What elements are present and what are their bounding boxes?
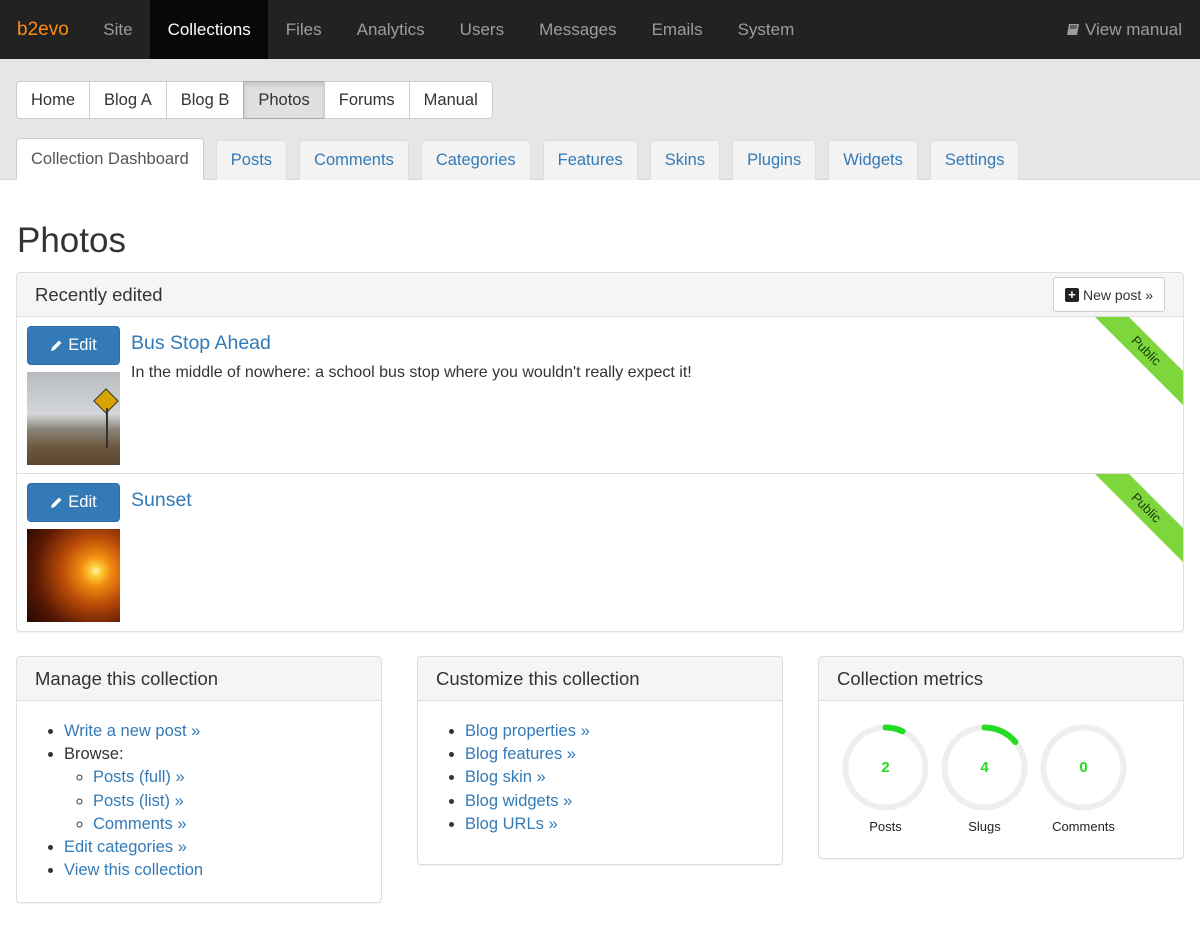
collection-selector: Home Blog A Blog B Photos Forums Manual	[16, 81, 1200, 119]
blog-widgets-link[interactable]: Blog widgets »	[465, 792, 572, 810]
view-manual-link[interactable]: View manual	[1066, 0, 1200, 59]
status-badge: Public	[1084, 317, 1183, 413]
edit-categories-link[interactable]: Edit categories »	[64, 838, 187, 856]
collection-blog-a-button[interactable]: Blog A	[89, 81, 167, 119]
comments-label: Comments	[1052, 819, 1115, 834]
metrics-gauges: 2 Posts 4 Slugs 0 Comments	[819, 701, 1183, 858]
manage-panel: Manage this collection Write a new post …	[16, 656, 382, 904]
manage-links: Write a new post » Browse: Posts (full) …	[17, 701, 381, 902]
blog-skin-link[interactable]: Blog skin »	[465, 768, 546, 786]
nav-site[interactable]: Site	[86, 0, 150, 59]
metrics-heading: Collection metrics	[819, 657, 1183, 701]
posts-list-link[interactable]: Posts (list) »	[93, 792, 184, 810]
blog-urls-link[interactable]: Blog URLs »	[465, 815, 558, 833]
tab-comments[interactable]: Comments	[299, 140, 409, 180]
new-post-button[interactable]: + New post »	[1052, 277, 1165, 312]
write-new-post-link[interactable]: Write a new post »	[64, 722, 200, 740]
blog-properties-link[interactable]: Blog properties »	[465, 722, 590, 740]
nav-users[interactable]: Users	[442, 0, 521, 59]
top-navbar: b2evo Site Collections Files Analytics U…	[0, 0, 1200, 59]
customize-links: Blog properties » Blog features » Blog s…	[418, 701, 782, 864]
comments-link[interactable]: Comments »	[93, 815, 187, 833]
nav-emails[interactable]: Emails	[634, 0, 720, 59]
book-icon	[1066, 23, 1079, 35]
nav-messages[interactable]: Messages	[522, 0, 634, 59]
bus-stop-photo[interactable]	[27, 372, 120, 465]
main-content: Photos Recently edited + New post » Edit…	[0, 221, 1200, 904]
view-collection-link[interactable]: View this collection	[64, 861, 203, 879]
collection-photos-button[interactable]: Photos	[243, 81, 325, 119]
collection-tabs: Collection Dashboard Posts Comments Cate…	[16, 138, 1031, 180]
collection-header: Home Blog A Blog B Photos Forums Manual …	[0, 59, 1200, 180]
tab-skins[interactable]: Skins	[649, 140, 721, 180]
nav-system[interactable]: System	[720, 0, 812, 59]
recently-edited-panel: Recently edited + New post » Edit Bus St…	[16, 272, 1184, 632]
blog-features-link[interactable]: Blog features »	[465, 745, 576, 763]
sunset-photo[interactable]	[27, 529, 120, 622]
metric-comments: 0 Comments	[1039, 723, 1128, 858]
tab-categories[interactable]: Categories	[420, 140, 531, 180]
tab-posts[interactable]: Posts	[215, 140, 288, 180]
metric-posts: 2 Posts	[841, 723, 930, 858]
dashboard-columns: Manage this collection Write a new post …	[16, 656, 1184, 904]
collection-blog-b-button[interactable]: Blog B	[165, 81, 245, 119]
manage-heading: Manage this collection	[17, 657, 381, 701]
edit-label: Edit	[68, 493, 97, 511]
edit-post-button[interactable]: Edit	[27, 483, 120, 522]
posts-label: Posts	[869, 819, 902, 834]
pencil-icon	[51, 497, 62, 508]
pencil-icon	[51, 340, 62, 351]
page-title: Photos	[17, 221, 126, 260]
posts-gauge: 2	[841, 723, 930, 812]
plus-square-icon: +	[1064, 287, 1079, 302]
brand-logo[interactable]: b2evo	[0, 0, 86, 59]
collection-manual-button[interactable]: Manual	[408, 81, 493, 119]
metric-slugs: 4 Slugs	[940, 723, 1029, 858]
slugs-label: Slugs	[968, 819, 1001, 834]
collection-home-button[interactable]: Home	[16, 81, 91, 119]
tab-collection-dashboard[interactable]: Collection Dashboard	[16, 138, 204, 180]
browse-label: Browse:	[64, 745, 124, 764]
edit-post-button[interactable]: Edit	[27, 326, 120, 365]
list-item: Edit Bus Stop Ahead In the middle of now…	[17, 317, 1183, 474]
tab-plugins[interactable]: Plugins	[732, 140, 817, 180]
edit-label: Edit	[68, 336, 97, 354]
status-badge: Public	[1084, 474, 1183, 570]
post-title-link[interactable]: Bus Stop Ahead	[131, 332, 271, 355]
posts-count: 2	[881, 759, 890, 776]
list-item: Edit Sunset Public	[17, 474, 1183, 631]
collection-forums-button[interactable]: Forums	[323, 81, 410, 119]
comments-count: 0	[1079, 759, 1088, 776]
metrics-panel: Collection metrics 2 Posts 4 Slugs 0 Com…	[818, 656, 1184, 859]
tab-widgets[interactable]: Widgets	[828, 140, 918, 180]
slugs-count: 4	[980, 759, 989, 776]
customize-panel: Customize this collection Blog propertie…	[417, 656, 783, 866]
slugs-gauge: 4	[940, 723, 1029, 812]
post-title-link[interactable]: Sunset	[131, 489, 192, 512]
tab-settings[interactable]: Settings	[929, 140, 1020, 180]
nav-collections[interactable]: Collections	[150, 0, 269, 59]
new-post-label: New post »	[1082, 286, 1153, 303]
view-manual-label: View manual	[1084, 19, 1182, 39]
customize-heading: Customize this collection	[418, 657, 782, 701]
nav-analytics[interactable]: Analytics	[339, 0, 442, 59]
post-excerpt: In the middle of nowhere: a school bus s…	[131, 364, 692, 381]
recently-edited-heading: Recently edited + New post »	[17, 273, 1183, 317]
recently-edited-title: Recently edited	[35, 283, 163, 305]
comments-gauge: 0	[1039, 723, 1128, 812]
posts-full-link[interactable]: Posts (full) »	[93, 768, 185, 786]
sign-post	[106, 408, 108, 448]
nav-files[interactable]: Files	[268, 0, 339, 59]
tab-features[interactable]: Features	[542, 140, 638, 180]
